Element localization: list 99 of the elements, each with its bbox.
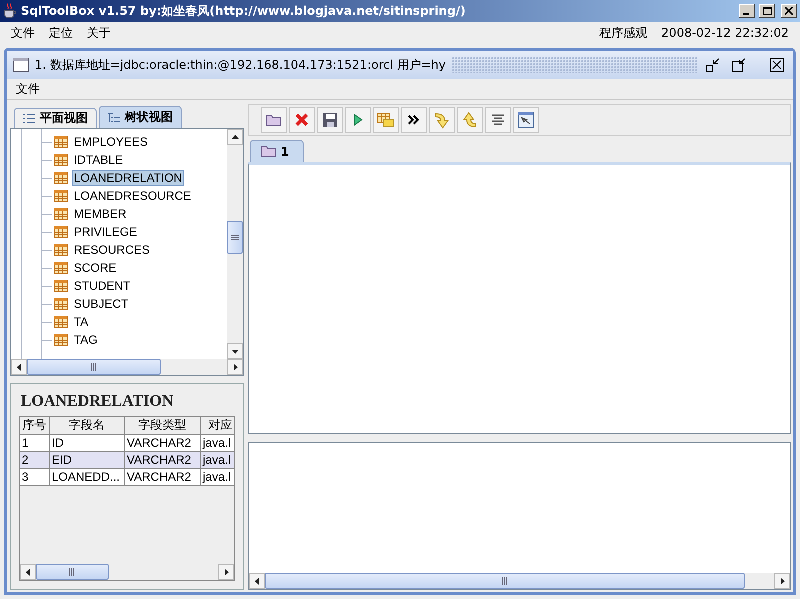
grip-icon xyxy=(91,363,97,371)
view-tab[interactable]: 平面视图 xyxy=(14,108,97,128)
table-cell: ID xyxy=(50,435,125,452)
run-button[interactable] xyxy=(345,107,371,133)
window-edit-icon xyxy=(518,112,534,128)
table-cell: LOANEDD... xyxy=(50,469,125,486)
table-cell: EID xyxy=(50,452,125,469)
table-cell: VARCHAR2 xyxy=(125,435,201,452)
table-icon xyxy=(54,154,68,166)
table-icon xyxy=(54,298,68,310)
horizontal-scrollbar[interactable] xyxy=(11,359,243,375)
right-arrow-icon xyxy=(232,364,238,370)
menu-item[interactable]: 文件 xyxy=(11,80,45,98)
window-icon xyxy=(13,58,29,72)
close-icon xyxy=(295,113,309,127)
maximize-icon xyxy=(762,7,772,15)
minimize-icon xyxy=(706,58,720,72)
table-icon xyxy=(54,208,68,220)
table-icon xyxy=(54,136,68,148)
coffee-cup-icon xyxy=(3,3,17,19)
minimize-button[interactable] xyxy=(739,4,755,18)
align-center-icon xyxy=(491,114,505,126)
curved-arrow-down-icon xyxy=(434,112,450,128)
table-icon xyxy=(54,244,68,256)
next-button[interactable] xyxy=(401,107,427,133)
table-icon xyxy=(54,172,68,184)
tree-item[interactable]: SUBJECT xyxy=(72,296,131,312)
list-icon xyxy=(23,113,35,124)
table-cell: java.l xyxy=(201,435,234,452)
up-arrow-icon xyxy=(232,134,238,140)
editor-tab[interactable]: 1 xyxy=(250,140,304,162)
table-cell: 2 xyxy=(20,452,50,469)
save-button[interactable] xyxy=(317,107,343,133)
save-icon xyxy=(322,112,338,128)
tree-item[interactable]: STUDENT xyxy=(72,278,133,294)
table-cell: 3 xyxy=(20,469,50,486)
table-icon xyxy=(54,280,68,292)
right-arrow-icon xyxy=(778,578,786,584)
table-name-heading: LOANEDRELATION xyxy=(20,392,175,412)
list-icon xyxy=(108,112,120,123)
column-header[interactable]: 字段类型 xyxy=(125,417,201,435)
folder-icon xyxy=(261,145,277,158)
table-cell: VARCHAR2 xyxy=(125,452,201,469)
table-icon xyxy=(54,316,68,328)
down-arrow-icon xyxy=(232,348,238,354)
tree-item[interactable]: MEMBER xyxy=(72,206,129,222)
table-note-icon xyxy=(377,112,395,128)
column-header[interactable]: 对应 xyxy=(201,417,234,435)
close-button[interactable] xyxy=(767,55,787,75)
tree-item[interactable]: IDTABLE xyxy=(72,152,126,168)
grip-icon xyxy=(231,234,239,241)
tree-item[interactable]: LOANEDRESOURCE xyxy=(72,188,194,204)
menu-item[interactable]: 定位 xyxy=(44,24,78,42)
table-cell: java.l xyxy=(201,469,234,486)
column-header[interactable]: 字段名 xyxy=(50,417,125,435)
vertical-scrollbar[interactable] xyxy=(227,129,243,359)
horizontal-scrollbar[interactable] xyxy=(249,573,790,589)
tree-item[interactable]: EMPLOYEES xyxy=(72,134,150,150)
left-arrow-icon xyxy=(16,364,22,370)
maximize-button[interactable] xyxy=(759,4,775,18)
menu-item[interactable]: 关于 xyxy=(82,24,116,42)
table-cell: 1 xyxy=(20,435,50,452)
table-icon xyxy=(54,226,68,238)
tree-item[interactable]: PRIVILEGE xyxy=(72,224,140,240)
view-tab[interactable]: 树状视图 xyxy=(99,106,182,128)
delete-button[interactable] xyxy=(289,107,315,133)
close-button[interactable] xyxy=(781,4,797,18)
curved-arrow-up-icon xyxy=(462,112,478,128)
tree-item[interactable]: TAG xyxy=(72,332,100,348)
menu-item[interactable]: 文件 xyxy=(6,24,40,42)
grip-icon xyxy=(69,568,76,576)
menu-item[interactable]: 程序感观 xyxy=(594,24,653,42)
left-arrow-icon xyxy=(254,578,260,584)
close-icon xyxy=(770,58,784,72)
tree-item[interactable]: LOANEDRELATION xyxy=(72,170,184,186)
table-icon xyxy=(54,190,68,202)
tree-item[interactable]: TA xyxy=(72,314,90,330)
table-cell: VARCHAR2 xyxy=(125,469,201,486)
table-icon xyxy=(54,334,68,346)
left-arrow-icon xyxy=(24,568,32,576)
window-title: SqlToolBox v1.57 by:如坐春风(http://www.blogjava.net/sitinspring/) xyxy=(21,2,467,20)
align-button[interactable] xyxy=(485,107,511,133)
maximize-icon xyxy=(732,58,746,72)
close-icon xyxy=(785,7,793,15)
clock: 2008-02-12 22:32:02 xyxy=(660,26,790,40)
double-chevron-icon xyxy=(408,115,420,125)
horizontal-scrollbar[interactable] xyxy=(20,564,234,580)
right-arrow-icon xyxy=(222,568,230,576)
edit-window-button[interactable] xyxy=(513,107,539,133)
open-folder-button[interactable] xyxy=(261,107,287,133)
frame-title: 1. 数据库地址=jdbc:oracle:thin:@192.168.104.173:1521:orcl 用户=hy xyxy=(35,56,446,74)
folder-icon xyxy=(266,114,282,126)
column-header[interactable]: 序号 xyxy=(20,417,50,435)
table-icon xyxy=(54,262,68,274)
grip-icon xyxy=(502,577,508,585)
play-icon xyxy=(354,114,362,126)
table-cell: java.l xyxy=(201,452,234,469)
tree-item[interactable]: RESOURCES xyxy=(72,242,152,258)
tree-item[interactable]: SCORE xyxy=(72,260,119,276)
